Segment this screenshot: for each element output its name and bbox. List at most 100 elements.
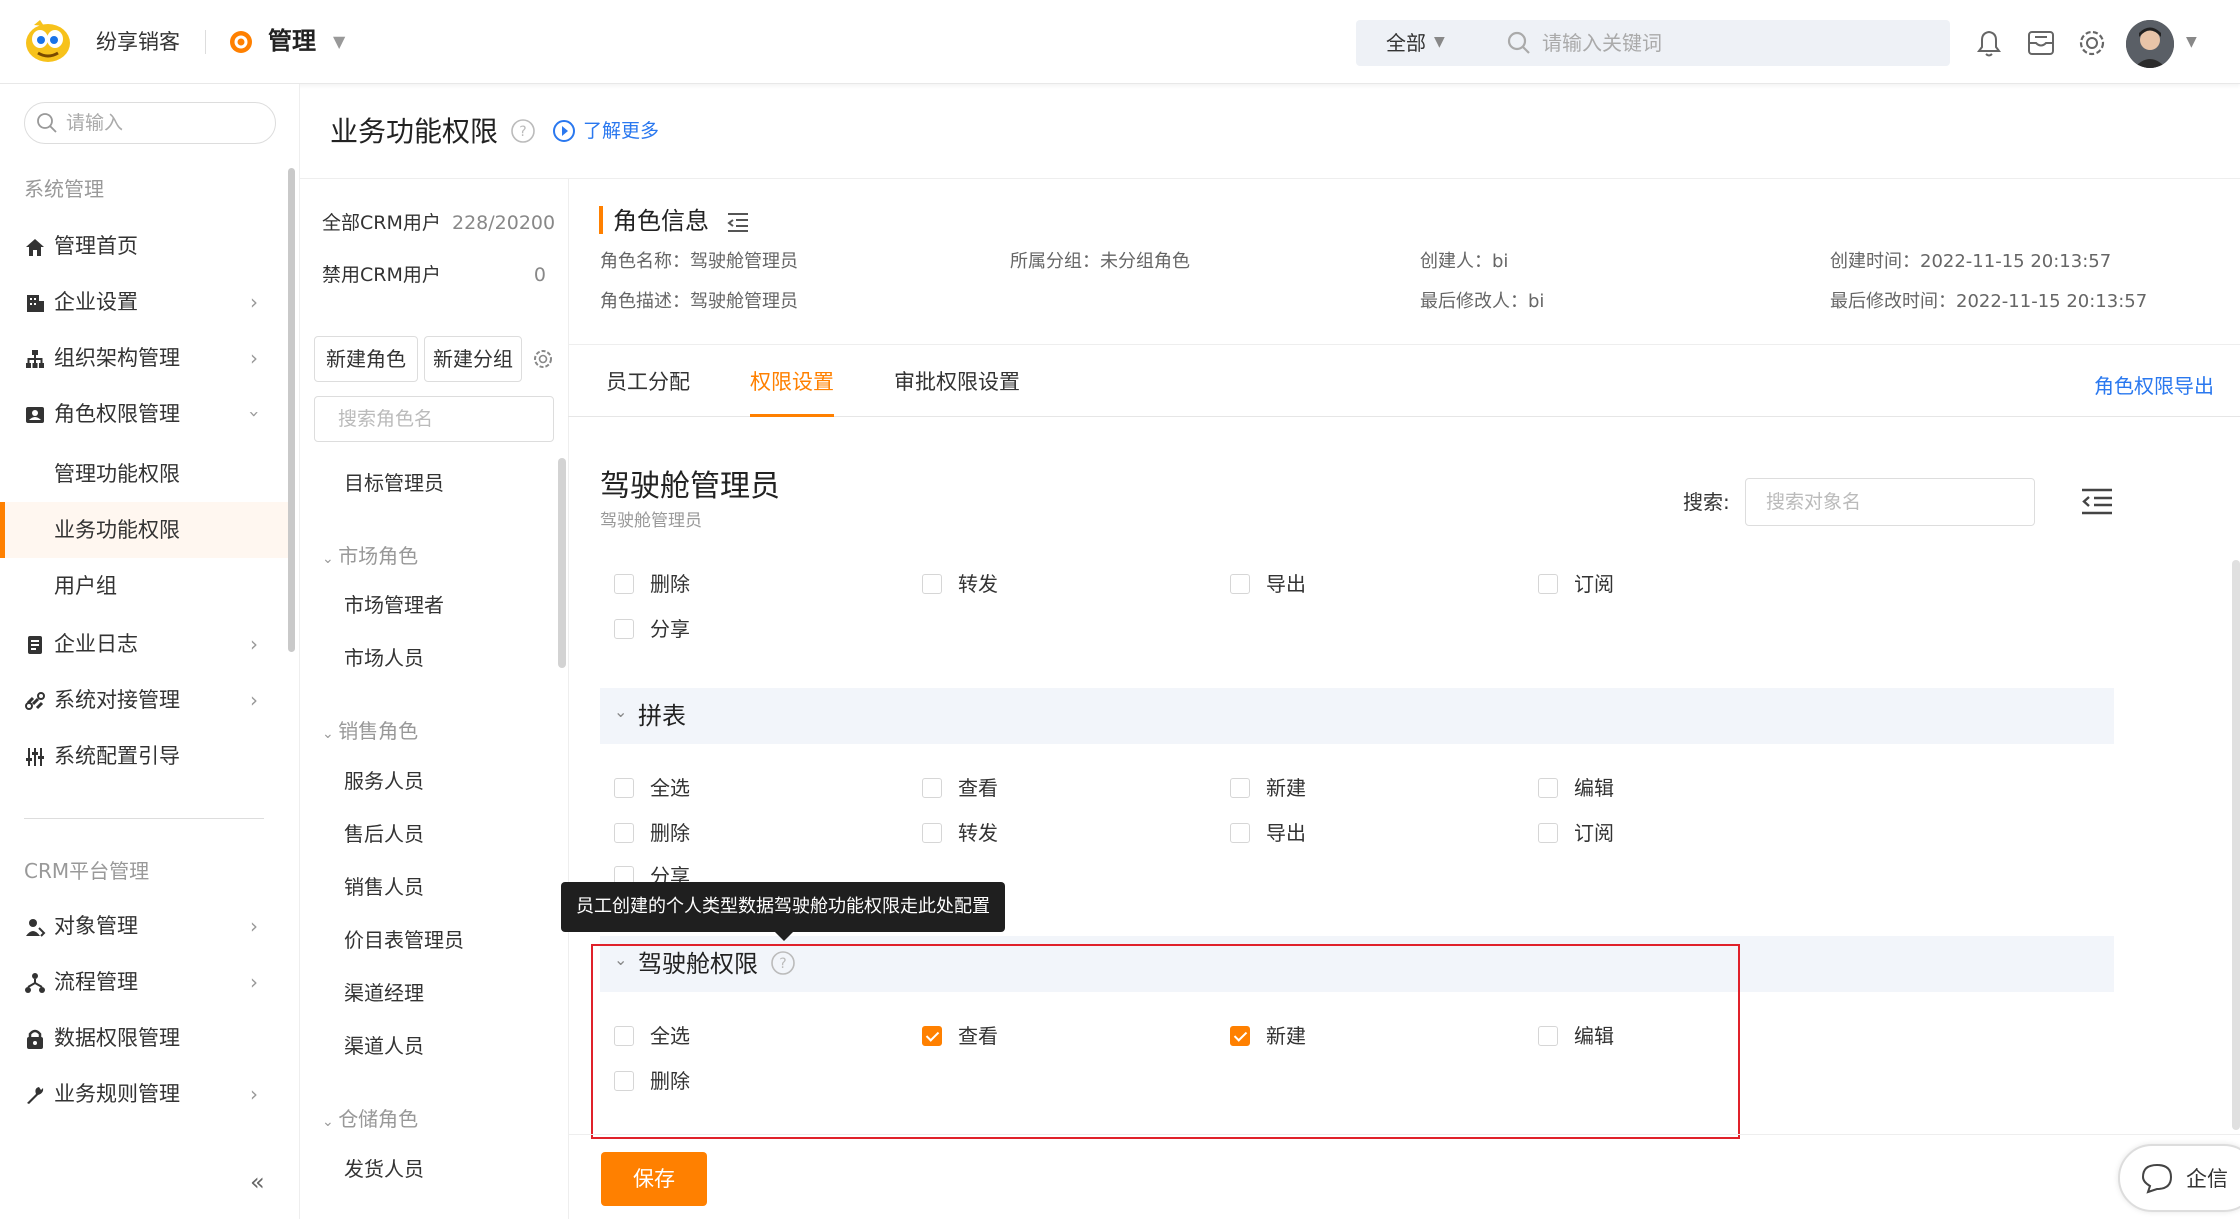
tab-approval-permissions[interactable]: 审批权限设置 <box>894 364 1020 400</box>
sidebar-item-business-rules[interactable]: 业务规则管理 › <box>0 1066 292 1122</box>
sidebar-item-org-structure[interactable]: 组织架构管理 › <box>0 330 292 386</box>
org-chart-icon <box>26 350 44 368</box>
sidebar-section-title: 系统管理 <box>24 177 104 201</box>
inbox-icon[interactable] <box>2024 26 2058 60</box>
sidebar-item-label: 管理首页 <box>54 234 138 258</box>
play-circle-icon[interactable] <box>552 119 576 143</box>
permission-label: 编辑 <box>1574 776 1614 800</box>
role-group-header[interactable]: ⌄ 市场角色 <box>322 541 418 574</box>
disabled-crm-users-label[interactable]: 禁用CRM用户 <box>322 260 441 290</box>
avatar[interactable] <box>2126 20 2174 68</box>
home-icon <box>26 239 44 256</box>
checkbox[interactable] <box>922 574 942 594</box>
role-item[interactable]: 渠道经理 <box>344 978 424 1008</box>
user-object-icon <box>26 919 46 937</box>
qixin-label: 企信 <box>2186 1167 2228 1191</box>
chevron-right-icon: › <box>250 914 258 938</box>
checkbox[interactable] <box>922 778 942 798</box>
role-item[interactable]: 价目表管理员 <box>344 925 464 955</box>
sidebar-item-system-integration[interactable]: 系统对接管理 › <box>0 672 292 728</box>
flow-icon <box>25 973 45 993</box>
role-item[interactable]: 渠道人员 <box>344 1031 424 1061</box>
chevron-down-icon[interactable]: ⌄ <box>614 702 627 721</box>
help-icon[interactable]: ? <box>510 118 536 144</box>
role-list-scrollbar[interactable] <box>558 458 566 668</box>
all-crm-users-label[interactable]: 全部CRM用户 <box>322 208 441 238</box>
permission-label: 查看 <box>958 776 998 800</box>
id-card-icon <box>26 407 44 423</box>
sidebar-item-admin-permissions[interactable]: 管理功能权限 <box>0 446 292 502</box>
tab-employee-assignment[interactable]: 员工分配 <box>606 364 690 400</box>
sidebar-item-label: 用户组 <box>54 574 117 598</box>
collapse-list-icon[interactable] <box>2080 486 2114 516</box>
sidebar-item-config-guide[interactable]: 系统配置引导 <box>0 728 292 784</box>
sidebar-divider <box>24 818 264 819</box>
tab-permission-settings[interactable]: 权限设置 <box>750 364 834 400</box>
role-item[interactable]: 销售人员 <box>344 872 424 902</box>
checkbox[interactable] <box>1230 778 1250 798</box>
chevron-right-icon: › <box>250 970 258 994</box>
learn-more-link[interactable]: 了解更多 <box>583 116 659 146</box>
sidebar-scrollbar[interactable] <box>288 168 295 652</box>
chevron-down-icon: ⌄ <box>322 1114 339 1130</box>
role-group-field: 所属分组：未分组角色 <box>1010 251 1190 272</box>
sidebar-item-data-permissions[interactable]: 数据权限管理 <box>0 1010 292 1066</box>
checkbox[interactable] <box>614 574 634 594</box>
role-item[interactable]: 市场人员 <box>344 643 424 673</box>
lock-icon <box>27 1029 43 1049</box>
gear-icon[interactable] <box>530 346 556 372</box>
new-role-button[interactable]: 新建角色 <box>314 336 418 382</box>
sidebar-search-input[interactable] <box>24 102 276 144</box>
log-icon <box>28 636 42 654</box>
gear-module-icon <box>230 31 252 53</box>
role-item[interactable]: 服务人员 <box>344 766 424 796</box>
checkbox[interactable] <box>922 823 942 843</box>
checkbox[interactable] <box>1230 574 1250 594</box>
role-item[interactable]: 市场管理者 <box>344 590 444 620</box>
chevron-down-icon[interactable]: ▼ <box>1434 34 1445 50</box>
checkbox[interactable] <box>1538 823 1558 843</box>
role-group-header[interactable]: ⌄ 仓储角色 <box>322 1104 418 1137</box>
export-role-permissions-link[interactable]: 角色权限导出 <box>2094 370 2214 402</box>
gear-icon[interactable] <box>2074 25 2110 61</box>
sidebar-item-enterprise-log[interactable]: 企业日志 › <box>0 616 292 672</box>
role-group-header[interactable]: ⌄ 销售角色 <box>322 716 418 749</box>
bell-icon[interactable] <box>1972 26 2006 60</box>
sidebar-item-enterprise-settings[interactable]: 企业设置 › <box>0 274 292 330</box>
collapse-list-icon[interactable] <box>726 210 750 234</box>
section-header-pinbiao[interactable]: ⌄ 拼表 <box>600 688 2114 744</box>
collapse-sidebar-button[interactable]: « <box>250 1168 265 1196</box>
global-search-input[interactable]: 请输入关键词 <box>1542 26 1662 60</box>
save-button[interactable]: 保存 <box>601 1152 707 1206</box>
checkbox[interactable] <box>614 619 634 639</box>
checkbox[interactable] <box>1538 778 1558 798</box>
sidebar-item-role-permissions[interactable]: 角色权限管理 › <box>0 386 292 442</box>
permission-label: 订阅 <box>1574 572 1614 596</box>
role-item[interactable]: 售后人员 <box>344 819 424 849</box>
checkbox[interactable] <box>614 823 634 843</box>
chevron-down-icon[interactable]: ▼ <box>2186 34 2197 50</box>
sidebar-item-home[interactable]: 管理首页 <box>0 218 292 274</box>
chevron-down-icon[interactable]: ▼ <box>333 32 345 51</box>
sidebar-item-user-groups[interactable]: 用户组 <box>0 558 292 614</box>
checkbox[interactable] <box>1538 574 1558 594</box>
role-name-field: 角色名称：驾驶舱管理员 <box>600 251 798 272</box>
wrench-icon <box>27 1087 44 1104</box>
sidebar-item-object-management[interactable]: 对象管理 › <box>0 898 292 954</box>
building-icon <box>27 295 44 312</box>
active-tab-indicator <box>750 414 834 417</box>
role-group-name: 仓储角色 <box>338 1107 419 1131</box>
checkbox[interactable] <box>614 778 634 798</box>
role-item[interactable]: 发货人员 <box>344 1154 424 1184</box>
module-title[interactable]: 管理 <box>268 24 316 58</box>
role-item[interactable]: 目标管理员 <box>344 468 444 498</box>
checkbox[interactable] <box>1230 823 1250 843</box>
main-scrollbar[interactable] <box>2232 560 2240 1130</box>
search-scope-select[interactable]: 全部 <box>1386 26 1426 60</box>
sidebar-item-process-management[interactable]: 流程管理 › <box>0 954 292 1010</box>
chat-bubble-icon <box>2141 1163 2173 1194</box>
sidebar-item-business-permissions[interactable]: 业务功能权限 <box>0 502 292 558</box>
logo-icon[interactable] <box>22 16 74 64</box>
new-group-button[interactable]: 新建分组 <box>424 336 522 382</box>
brand-divider <box>205 30 206 54</box>
